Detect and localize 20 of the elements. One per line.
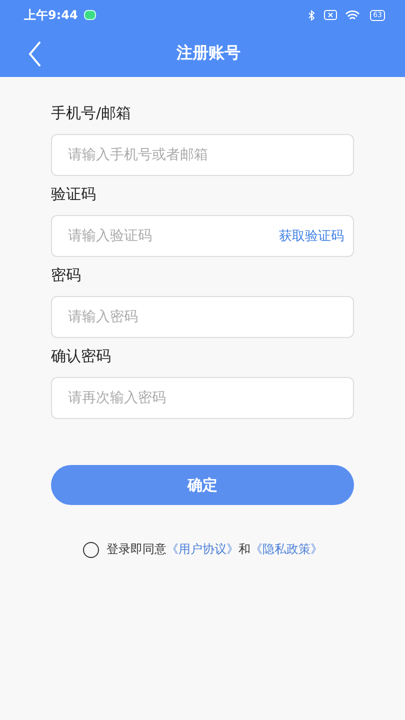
input-field[interactable]: 请再次输入密码 (51, 377, 354, 419)
input-field[interactable]: 请输入手机号或者邮箱 (51, 134, 354, 176)
wifi-icon (345, 10, 360, 20)
agreement-text: 登录即同意 (106, 541, 166, 558)
field-label: 验证码 (51, 186, 97, 203)
status-time: 上午9:44 (24, 6, 78, 24)
agreement-text: 和 (238, 541, 250, 558)
agree-checkbox[interactable] (82, 542, 98, 558)
page-title: 注册账号 (176, 43, 242, 64)
get-code-link[interactable]: 获取验证码 (279, 227, 344, 245)
input-field[interactable]: 请输入密码 (51, 296, 354, 338)
no-sim-icon (324, 10, 338, 20)
field-label: 密码 (51, 267, 82, 284)
confirm-button[interactable]: 确定 (51, 465, 354, 505)
bluetooth-icon (308, 10, 316, 20)
privacy-policy-link[interactable]: 《隐私政策》 (250, 541, 322, 558)
field-label: 确认密码 (51, 348, 112, 365)
user-agreement-link[interactable]: 《用户协议》 (166, 541, 238, 558)
field-label: 手机号/邮箱 (51, 105, 132, 122)
chat-app-icon (84, 10, 96, 20)
